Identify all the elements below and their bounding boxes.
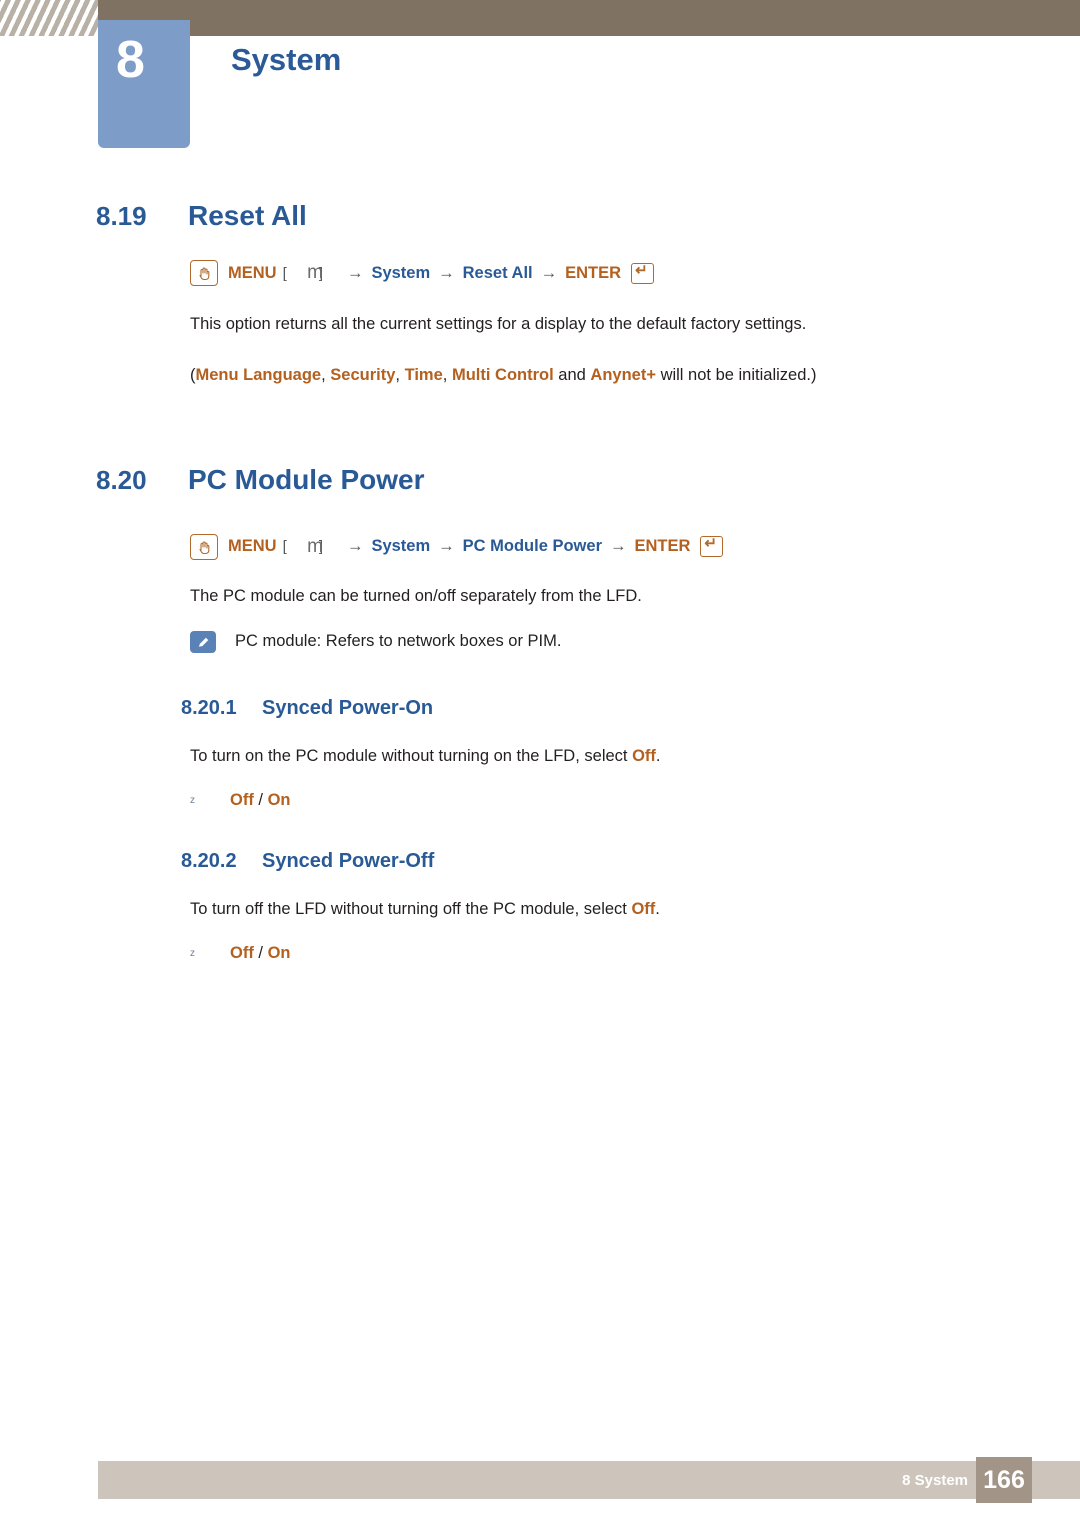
note-tail: will not be initialized.) xyxy=(660,365,817,384)
menu-step-reset-all: Reset All xyxy=(462,263,533,282)
option-off[interactable]: Off xyxy=(230,944,254,962)
menu-path-reset-all: MENU [ ] m → System → Reset All → ENTER xyxy=(190,260,1080,286)
note-text: PC module: Refers to network boxes or PI… xyxy=(235,632,562,651)
path-arrow-2: → xyxy=(438,537,455,555)
section-heading-pc-module-power: 8.20 PC Module Power xyxy=(96,464,1080,496)
note-item-menu-language: Menu Language xyxy=(195,365,322,384)
enter-key-icon xyxy=(631,261,655,284)
section-note-reset-all: (Menu Language, Security, Time, Multi Co… xyxy=(190,365,817,384)
body-pre: To turn on the PC module without turning… xyxy=(190,747,633,766)
option-separator: / xyxy=(253,943,268,962)
section-body-reset-all: This option returns all the current sett… xyxy=(190,315,807,333)
body-emphasis: Off xyxy=(632,747,656,766)
section-title: Reset All xyxy=(188,200,307,231)
menu-step-pc-module-power: PC Module Power xyxy=(462,537,602,555)
section-heading-reset-all: 8.19 Reset All xyxy=(96,200,1080,232)
body-post: . xyxy=(655,747,661,766)
chapter-tab xyxy=(98,20,190,148)
path-arrow-3: → xyxy=(540,263,558,282)
section-number: 8.19 xyxy=(96,201,147,231)
subsection-title: Synced Power-On xyxy=(262,697,434,720)
subsection-number: 8.20.1 xyxy=(181,697,237,720)
bullet-marker-icon: z xyxy=(190,795,195,807)
path-arrow-1: → xyxy=(346,537,364,555)
section-title: PC Module Power xyxy=(188,463,425,495)
subsection-body-synced-power-off: To turn off the LFD without turning off … xyxy=(190,897,1080,922)
menu-step-system: System xyxy=(371,263,431,282)
section-number: 8.20 xyxy=(96,464,147,495)
body-emphasis: Off xyxy=(631,900,656,919)
menu-step-system: System xyxy=(371,537,431,555)
note-pencil-icon xyxy=(190,631,216,654)
subsection-heading-synced-power-off: 8.20.2 Synced Power-Off xyxy=(181,850,1080,873)
body-pre: To turn off the LFD without turning off … xyxy=(190,900,632,919)
header-hatch-pattern xyxy=(0,0,98,36)
options-row-synced-power-off: z Off / On xyxy=(190,944,1080,963)
hand-press-icon xyxy=(190,260,218,286)
section-body-pc-module-power: The PC module can be turned on/off separ… xyxy=(190,586,642,605)
options-list: Off / On xyxy=(230,944,291,963)
option-on[interactable]: On xyxy=(268,791,291,809)
note-item-anynet: Anynet+ xyxy=(590,365,656,384)
options-row-synced-power-on: z Off / On xyxy=(190,791,1080,810)
chapter-number: 8 xyxy=(116,31,145,89)
note-item-multi-control: Multi Control xyxy=(451,365,554,384)
subsection-number: 8.20.2 xyxy=(181,850,237,873)
hand-press-icon xyxy=(190,533,218,560)
menu-button-label: MENU xyxy=(228,263,277,282)
menu-path-pc-module-power: MENU [ ] m → System → PC Module Power → … xyxy=(190,533,1080,560)
option-separator: / xyxy=(253,791,268,810)
path-arrow-1: → xyxy=(346,263,364,282)
menu-key-glyph: m xyxy=(307,535,323,557)
enter-label: ENTER xyxy=(565,263,622,282)
option-off[interactable]: Off xyxy=(230,791,254,809)
note-item-time: Time xyxy=(404,365,443,384)
subsection-title: Synced Power-Off xyxy=(262,850,435,873)
option-on[interactable]: On xyxy=(268,944,291,962)
subsection-body-synced-power-on: To turn on the PC module without turning… xyxy=(190,744,1080,769)
enter-key-icon xyxy=(700,534,724,557)
body-post: . xyxy=(655,900,660,919)
path-arrow-2: → xyxy=(438,263,455,282)
chapter-title: System xyxy=(231,42,342,77)
page-number-box: 166 xyxy=(976,1457,1032,1503)
menu-button-label: MENU xyxy=(228,537,277,555)
bullet-marker-icon: z xyxy=(190,947,195,959)
subsection-heading-synced-power-on: 8.20.1 Synced Power-On xyxy=(181,697,1080,720)
note-conjunction: and xyxy=(558,365,586,384)
options-list: Off / On xyxy=(230,791,291,810)
enter-label: ENTER xyxy=(634,537,691,555)
path-arrow-3: → xyxy=(610,537,627,555)
page-content: 8.19 Reset All MENU [ ] m → System → Res… xyxy=(0,200,1080,963)
footer-label: 8 System xyxy=(902,1472,968,1489)
note-item-security: Security xyxy=(330,365,396,384)
menu-key-glyph: m xyxy=(307,262,323,283)
note-pc-module: PC module: Refers to network boxes or PI… xyxy=(190,630,1080,654)
